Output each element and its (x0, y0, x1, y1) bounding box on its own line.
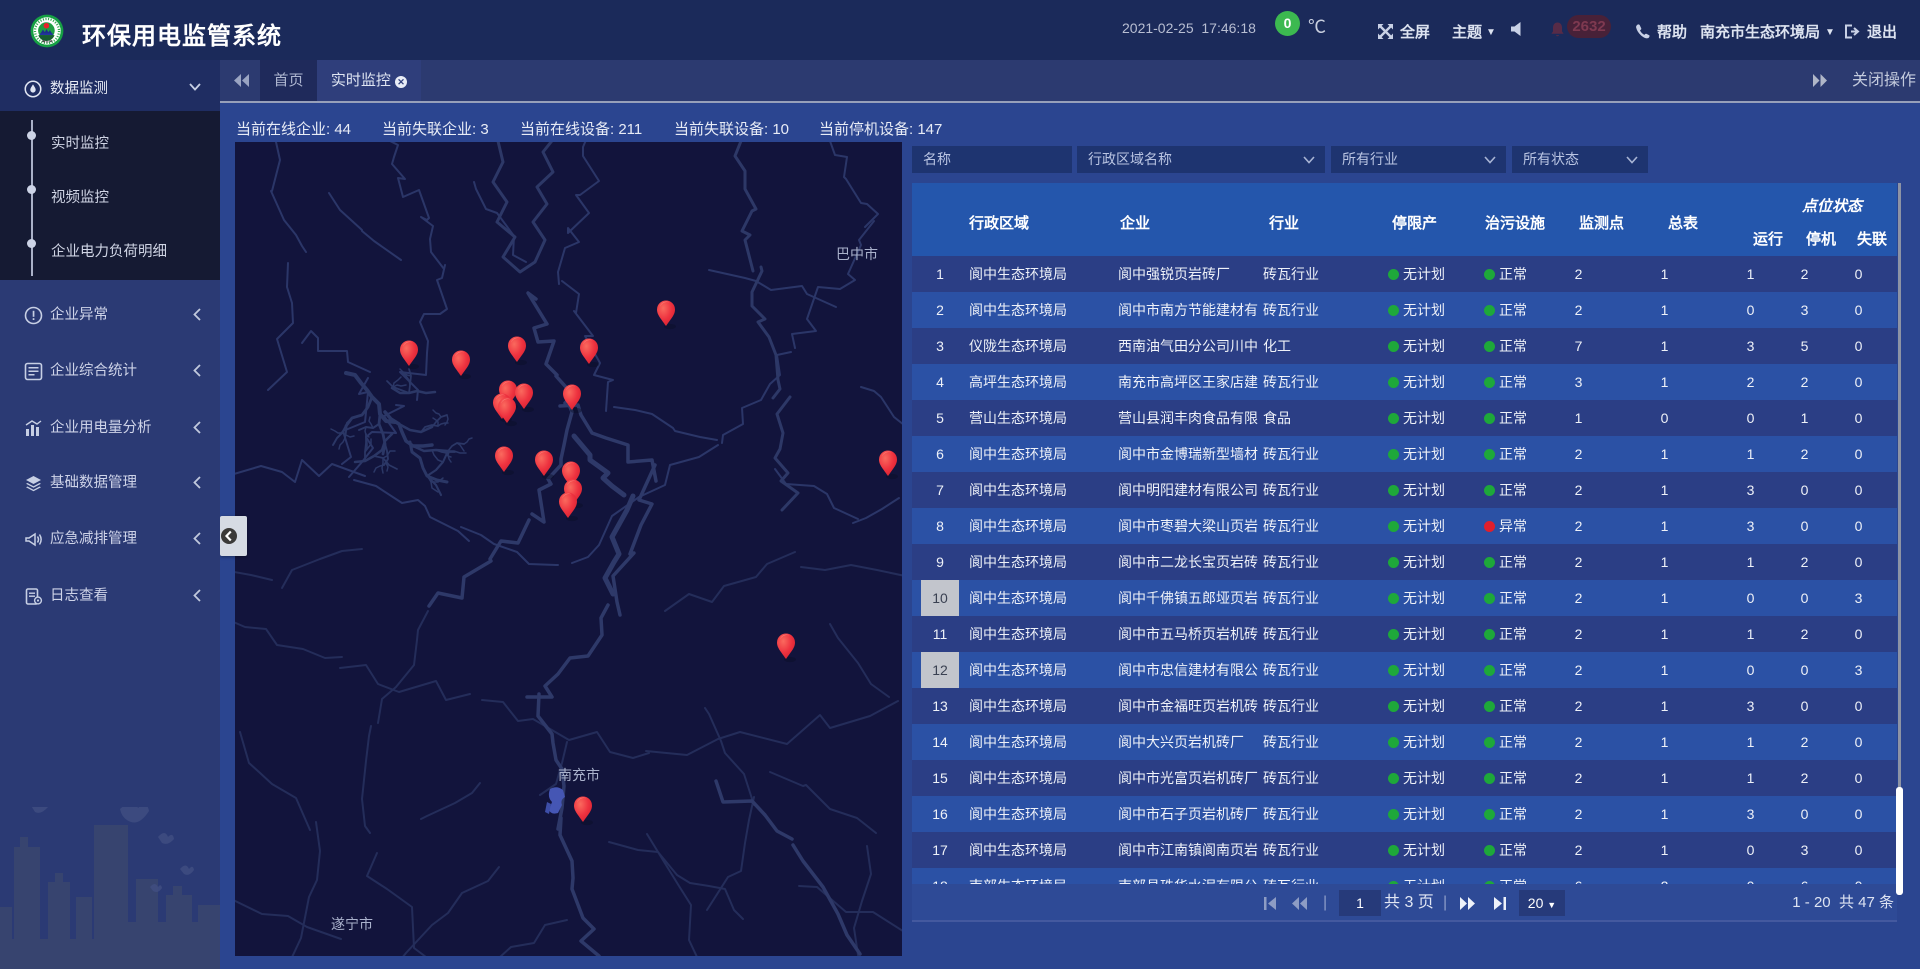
svg-text:遂宁市: 遂宁市 (331, 916, 373, 932)
svg-text:巴中市: 巴中市 (836, 246, 878, 262)
svg-text:南充市: 南充市 (558, 767, 600, 783)
